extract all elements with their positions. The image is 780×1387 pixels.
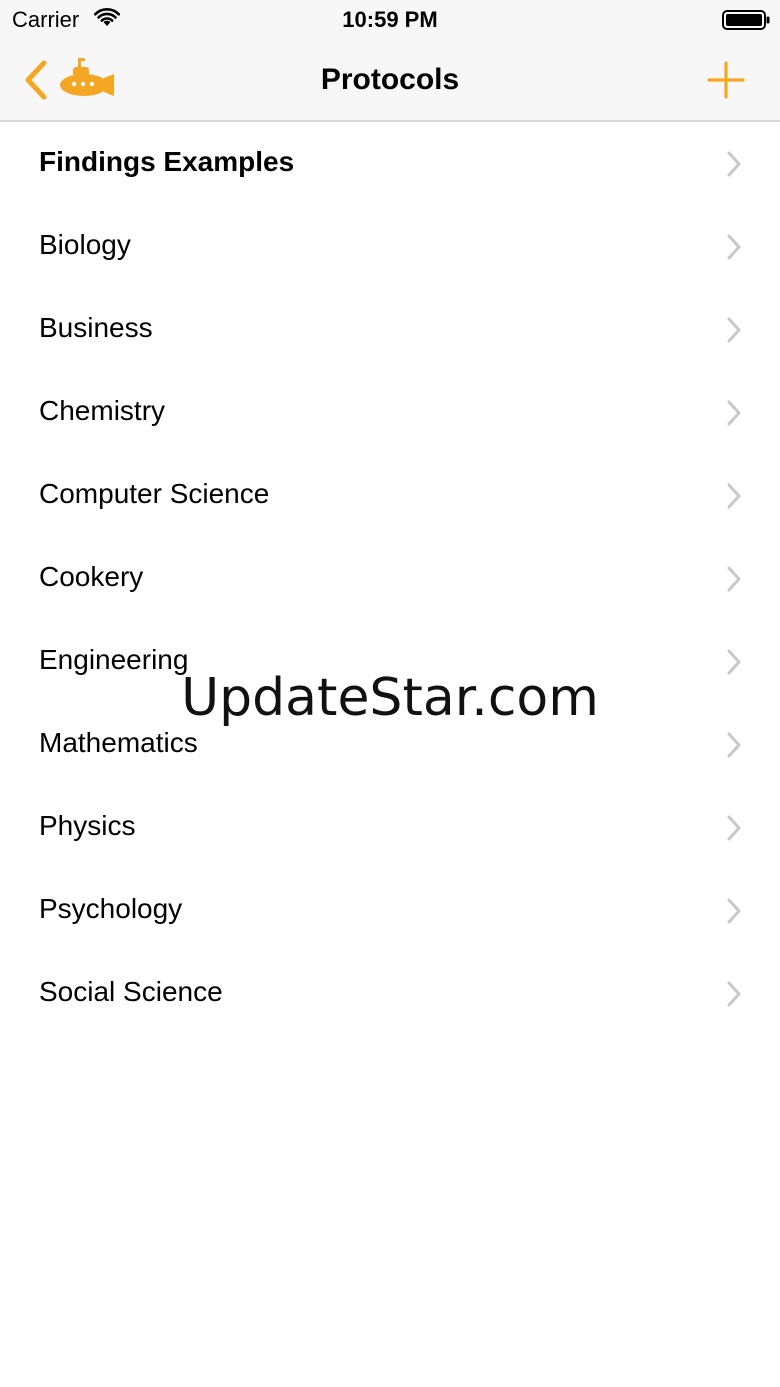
list-item-business[interactable]: Business xyxy=(0,288,780,371)
plus-icon xyxy=(707,61,745,99)
status-bar: Carrier 10:59 PM xyxy=(0,0,780,40)
list-item-social-science[interactable]: Social Science xyxy=(0,952,780,1035)
list-item-label: Cookery xyxy=(39,561,144,592)
list-item-label: Social Science xyxy=(39,976,223,1007)
battery-icon xyxy=(722,10,770,30)
chevron-right-icon xyxy=(727,151,741,177)
status-time: 10:59 PM xyxy=(342,7,438,32)
list-item-label: Mathematics xyxy=(39,727,198,758)
navigation-bar: Protocols xyxy=(0,40,780,122)
chevron-right-icon xyxy=(727,981,741,1007)
list-item-label: Computer Science xyxy=(39,478,270,509)
screen: Carrier 10:59 PM Protocols Findings Exam… xyxy=(0,0,780,1387)
chevron-right-icon xyxy=(727,400,741,426)
list-item-label: Biology xyxy=(39,229,131,260)
list-item-findings-examples[interactable]: Findings Examples xyxy=(0,122,780,205)
list-item-label: Findings Examples xyxy=(39,146,295,177)
page-title: Protocols xyxy=(320,63,460,96)
chevron-right-icon xyxy=(727,649,741,675)
protocol-list: Findings Examples Biology Business Chemi… xyxy=(0,122,780,1035)
chevron-right-icon xyxy=(727,317,741,343)
chevron-right-icon xyxy=(727,483,741,509)
list-item-chemistry[interactable]: Chemistry xyxy=(0,371,780,454)
list-item-cookery[interactable]: Cookery xyxy=(0,537,780,620)
list-item-mathematics[interactable]: Mathematics xyxy=(0,703,780,786)
list-item-label: Chemistry xyxy=(39,395,166,426)
chevron-right-icon xyxy=(727,234,741,260)
list-item-label: Business xyxy=(39,312,153,343)
list-item-physics[interactable]: Physics xyxy=(0,786,780,869)
list-item-label: Engineering xyxy=(39,644,189,675)
list-item-psychology[interactable]: Psychology xyxy=(0,869,780,952)
list-item-label: Physics xyxy=(39,810,136,841)
add-button[interactable] xyxy=(704,58,748,102)
list-item-biology[interactable]: Biology xyxy=(0,205,780,288)
list-item-computer-science[interactable]: Computer Science xyxy=(0,454,780,537)
chevron-right-icon xyxy=(727,566,741,592)
chevron-right-icon xyxy=(727,898,741,924)
list-item-label: Psychology xyxy=(39,893,183,924)
chevron-right-icon xyxy=(727,732,741,758)
chevron-right-icon xyxy=(727,815,741,841)
list-item-engineering[interactable]: Engineering xyxy=(0,620,780,703)
